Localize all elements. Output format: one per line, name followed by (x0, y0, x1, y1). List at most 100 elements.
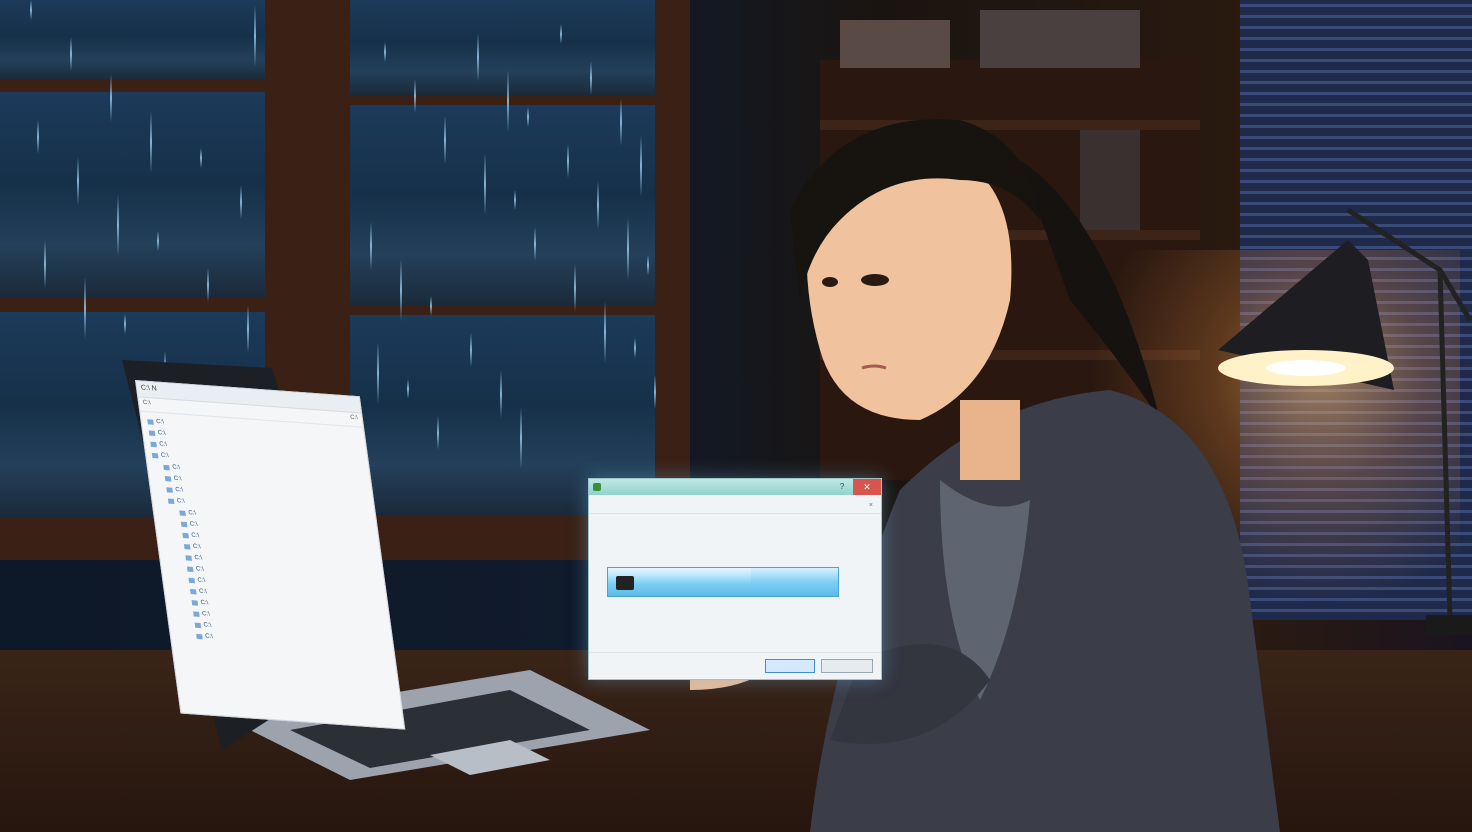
folder-label: C:\ (191, 532, 200, 540)
rain-streak (444, 116, 446, 164)
rain-streak (527, 107, 529, 127)
folder-label: C:\ (197, 577, 206, 585)
blind-slat (1240, 4, 1472, 7)
folder-label: C:\ (160, 452, 170, 460)
folder-label: C:\ (157, 430, 166, 437)
folder-label: C:\ (188, 510, 197, 517)
folder-label: C:\ (192, 543, 202, 551)
rain-streak (500, 370, 502, 418)
rain-streak (604, 301, 606, 363)
blind-slat (1240, 48, 1472, 51)
progress-bar (607, 567, 839, 597)
address-left: C:\ (142, 399, 152, 407)
primary-button[interactable] (765, 659, 815, 673)
rain-streak (484, 153, 486, 215)
rain-streak (647, 255, 649, 275)
folder-icon (194, 622, 202, 629)
dialog-menubar: × (589, 501, 881, 514)
folder-label: C:\ (172, 464, 181, 472)
book (840, 20, 950, 68)
close-button[interactable]: ✕ (853, 479, 881, 495)
folder-icon (179, 510, 186, 516)
folder-icon (151, 452, 159, 459)
folder-icon (196, 633, 203, 640)
rain-streak (207, 268, 209, 302)
rain-streak (640, 135, 642, 197)
rain-streak (254, 5, 256, 67)
drive-icon (616, 576, 634, 590)
blind-slat (1240, 59, 1472, 62)
rain-streak (507, 70, 509, 132)
laptop-screen: C:\ N C:\ C:\ C:\ C:\ C:\ C:\ C:\ C:\ C:\ C:\ C:… (135, 380, 406, 730)
rain-streak (44, 240, 46, 288)
app-icon (593, 483, 601, 491)
folder-label: C:\ (173, 475, 182, 483)
rain-streak (620, 98, 622, 146)
rain-streak (247, 305, 249, 353)
folder-label: C:\ (195, 566, 205, 573)
rain-streak (407, 379, 409, 399)
folder-label: C:\ (189, 521, 199, 528)
rain-streak (560, 24, 562, 44)
progress-dialog: ? ✕ × (588, 478, 882, 680)
folder-label: C:\ (176, 498, 186, 505)
folder-icon (150, 441, 157, 448)
rain-streak (124, 314, 126, 334)
blind-slat (1240, 26, 1472, 29)
rain-streak (70, 37, 72, 71)
book (980, 10, 1140, 68)
rain-streak (37, 120, 39, 154)
person (690, 119, 1280, 832)
menu-close-icon[interactable]: × (869, 502, 873, 509)
rain-streak (150, 111, 152, 173)
folder-icon (166, 487, 173, 493)
rain-streak (200, 148, 202, 168)
rain-streak (634, 338, 636, 358)
rain-streak (437, 416, 439, 450)
rain-streak (30, 0, 32, 20)
folder-label: C:\ (159, 441, 168, 448)
folder-icon (167, 498, 175, 505)
folder-icon (191, 600, 199, 606)
folder-icon (189, 588, 197, 595)
folder-icon (180, 521, 188, 528)
rain-streak (430, 296, 432, 316)
help-icon[interactable]: ? (837, 481, 847, 492)
blind-slat (1240, 37, 1472, 40)
folder-icon (183, 544, 191, 550)
rain-streak (597, 181, 599, 229)
folder-icon (193, 611, 200, 617)
rain-streak (157, 231, 159, 251)
cancel-button[interactable] (821, 659, 873, 673)
folder-label: C:\ (201, 611, 211, 618)
folder-icon (147, 419, 154, 425)
folder-label: C:\ (155, 418, 165, 426)
rain-streak (574, 264, 576, 312)
rain-streak (567, 144, 569, 178)
folder-label: C:\ (203, 622, 212, 629)
rain-streak (627, 218, 629, 280)
explorer-folder-tree: C:\ C:\ C:\ C:\ C:\ C:\ C:\ C:\ C:\ C:\ C:\ C:\ C:\ C… (140, 412, 395, 661)
blind-slat (1240, 15, 1472, 18)
rain-streak (370, 222, 372, 270)
rain-streak (84, 277, 86, 339)
rain-streak (117, 194, 119, 256)
rain-streak (520, 407, 522, 469)
address-right: C:\ (349, 414, 359, 422)
rain-streak (590, 61, 592, 95)
folder-icon (164, 476, 172, 482)
folder-icon (185, 555, 193, 561)
rain-streak (384, 42, 386, 62)
rain-streak (477, 33, 479, 81)
dialog-titlebar[interactable]: ? ✕ (589, 479, 881, 495)
rain-streak (110, 74, 112, 122)
folder-label: C:\ (194, 554, 203, 562)
rain-streak (534, 227, 536, 261)
folder-label: C:\ (204, 633, 214, 641)
folder-icon (148, 430, 156, 436)
blind-slat (1240, 70, 1472, 73)
rain-streak (400, 259, 402, 321)
dialog-footer (589, 652, 881, 679)
folder-icon (186, 566, 194, 573)
rain-streak (240, 185, 242, 219)
